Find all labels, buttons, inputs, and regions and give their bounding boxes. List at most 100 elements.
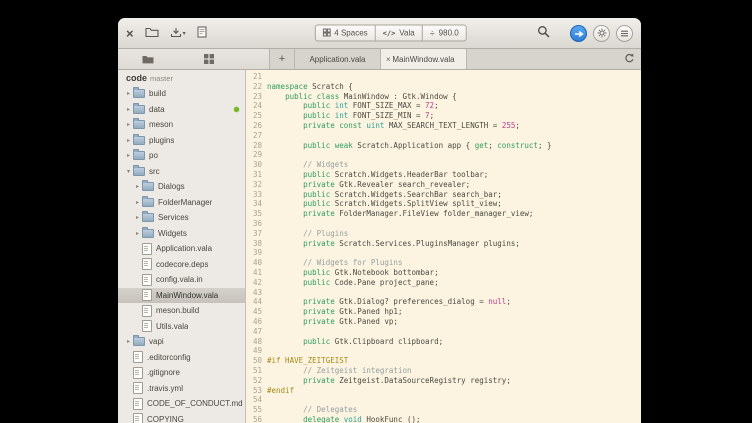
- tree-item[interactable]: ▸plugins: [118, 133, 245, 149]
- save-button[interactable]: [197, 26, 207, 41]
- chevron-right-icon[interactable]: ▸: [133, 183, 142, 190]
- tree-item[interactable]: .travis.yml: [118, 381, 245, 397]
- tree-item[interactable]: ▸Widgets: [118, 226, 245, 242]
- code-line[interactable]: 38 private Scratch.Services.PluginsManag…: [246, 239, 641, 249]
- tree-item[interactable]: ▸po: [118, 148, 245, 164]
- tree-item[interactable]: .editorconfig: [118, 350, 245, 366]
- settings-button[interactable]: [593, 25, 610, 42]
- code-line[interactable]: 50#if HAVE_ZEITGEIST: [246, 356, 641, 366]
- tree-item[interactable]: ▸ Services: [118, 210, 245, 226]
- code-line[interactable]: 34 public Scratch.Widgets.SplitView spli…: [246, 199, 641, 209]
- chevron-right-icon[interactable]: ▸: [124, 121, 133, 128]
- code-line[interactable]: 33 public Scratch.Widgets.SearchBar sear…: [246, 190, 641, 200]
- tree-item-label: Services: [158, 213, 189, 222]
- line-number: 53: [246, 386, 267, 396]
- code-line[interactable]: 30 // Widgets: [246, 160, 641, 170]
- tree-item[interactable]: Application.vala: [118, 241, 245, 257]
- code-line[interactable]: 39: [246, 248, 641, 258]
- file-icon: [133, 398, 143, 410]
- chevron-right-icon[interactable]: ▸: [124, 106, 133, 113]
- code-line[interactable]: 40 // Widgets for Plugins: [246, 258, 641, 268]
- tree-item[interactable]: MainWindow.vala: [118, 288, 245, 304]
- editor-pane[interactable]: 2122namespace Scratch {23 public class M…: [246, 70, 641, 423]
- code-line[interactable]: 42 public Code.Pane project_pane;: [246, 278, 641, 288]
- code-line[interactable]: 28 public weak Scratch.Application app {…: [246, 141, 641, 151]
- code-line[interactable]: 51 // Zeitgeist integration: [246, 366, 641, 376]
- tree-item-label: config.vala.in: [156, 275, 203, 284]
- tree-item[interactable]: ▸data: [118, 102, 245, 118]
- history-button[interactable]: [617, 49, 641, 69]
- code-line[interactable]: 27: [246, 131, 641, 141]
- code-line[interactable]: 36: [246, 219, 641, 229]
- chevron-right-icon[interactable]: ▸: [124, 90, 133, 97]
- menu-button[interactable]: [616, 25, 633, 42]
- line-number: 36: [246, 219, 267, 229]
- chevron-down-icon: ▾: [183, 30, 186, 37]
- code-line[interactable]: 47: [246, 327, 641, 337]
- tree-item[interactable]: ▸vapi: [118, 334, 245, 350]
- chevron-right-icon[interactable]: ▸: [133, 199, 142, 206]
- open-folder-button[interactable]: [145, 26, 159, 41]
- code-line[interactable]: 48 public Gtk.Clipboard clipboard;: [246, 337, 641, 347]
- code-line[interactable]: 29: [246, 150, 641, 160]
- tree-item[interactable]: codecore.deps: [118, 257, 245, 273]
- code-line[interactable]: 41 public Gtk.Notebook bottombar;: [246, 268, 641, 278]
- close-button[interactable]: ×: [126, 27, 134, 40]
- code-line[interactable]: 35 private FolderManager.FileView folder…: [246, 209, 641, 219]
- tree-item[interactable]: ▸FolderManager: [118, 195, 245, 211]
- headerbar: × ▾: [118, 18, 641, 49]
- code-line[interactable]: 55 // Delegates: [246, 405, 641, 415]
- code-line[interactable]: 53#endif: [246, 386, 641, 396]
- layout-panel-button[interactable]: [204, 52, 214, 67]
- code-line[interactable]: 56 delegate void HookFunc ();: [246, 415, 641, 423]
- tree-item[interactable]: Utils.vala: [118, 319, 245, 335]
- tree-item[interactable]: meson.build: [118, 303, 245, 319]
- code-line[interactable]: 52 private Zeitgeist.DataSourceRegistry …: [246, 376, 641, 386]
- tree-item[interactable]: ▾src: [118, 164, 245, 180]
- run-button[interactable]: [570, 25, 587, 42]
- language-button[interactable]: </> Vala: [376, 25, 423, 42]
- tree-item[interactable]: .gitignore: [118, 365, 245, 381]
- search-button[interactable]: [537, 25, 550, 41]
- tab[interactable]: Application.vala: [294, 49, 381, 69]
- code-line-text: public int FONT_SIZE_MIN = 7;: [267, 111, 641, 121]
- zoom-button[interactable]: ÷ 980.0: [423, 25, 467, 42]
- chevron-right-icon[interactable]: ▸: [124, 137, 133, 144]
- new-tab-button[interactable]: +: [270, 49, 294, 69]
- project-header[interactable]: code master: [118, 70, 245, 86]
- tree-item-label: CODE_OF_CONDUCT.md: [147, 399, 243, 408]
- code-line[interactable]: 32 private Gtk.Revealer search_revealer;: [246, 180, 641, 190]
- tree-item[interactable]: ▸build: [118, 86, 245, 102]
- code-line[interactable]: 23 public class MainWindow : Gtk.Window …: [246, 92, 641, 102]
- code-line[interactable]: 43: [246, 288, 641, 298]
- code-line[interactable]: 25 public int FONT_SIZE_MIN = 7;: [246, 111, 641, 121]
- tab-close-icon[interactable]: ×: [386, 55, 391, 64]
- files-panel-button[interactable]: [142, 52, 154, 67]
- tab[interactable]: ×MainWindow.vala: [381, 49, 467, 69]
- code-line-text: private Gtk.Dialog? preferences_dialog =…: [267, 297, 641, 307]
- code-line[interactable]: 44 private Gtk.Dialog? preferences_dialo…: [246, 297, 641, 307]
- chevron-right-icon[interactable]: ▸: [124, 152, 133, 159]
- code-line[interactable]: 46 private Gtk.Paned vp;: [246, 317, 641, 327]
- chevron-right-icon[interactable]: ▸: [133, 230, 142, 237]
- chevron-right-icon[interactable]: ▸: [133, 214, 142, 221]
- tree-item[interactable]: ▸Dialogs: [118, 179, 245, 195]
- code-line[interactable]: 22namespace Scratch {: [246, 82, 641, 92]
- code-line[interactable]: 45 private Gtk.Paned hp1;: [246, 307, 641, 317]
- tree-item[interactable]: ▸meson: [118, 117, 245, 133]
- indentation-button[interactable]: 4 Spaces: [314, 25, 375, 42]
- tree-item[interactable]: config.vala.in: [118, 272, 245, 288]
- code-line[interactable]: 26 private const uint MAX_SEARCH_TEXT_LE…: [246, 121, 641, 131]
- open-recent-button[interactable]: ▾: [170, 26, 186, 41]
- code-line[interactable]: 37 // Plugins: [246, 229, 641, 239]
- code-line[interactable]: 49: [246, 346, 641, 356]
- code-line[interactable]: 24 public int FONT_SIZE_MAX = 72;: [246, 101, 641, 111]
- tree-item[interactable]: CODE_OF_CONDUCT.md: [118, 396, 245, 412]
- line-number: 34: [246, 199, 267, 209]
- code-line[interactable]: 21: [246, 72, 641, 82]
- chevron-down-icon[interactable]: ▾: [124, 168, 133, 175]
- code-line[interactable]: 54: [246, 395, 641, 405]
- code-line[interactable]: 31 public Scratch.Widgets.HeaderBar tool…: [246, 170, 641, 180]
- tree-item[interactable]: COPYING: [118, 412, 245, 423]
- chevron-right-icon[interactable]: ▸: [124, 338, 133, 345]
